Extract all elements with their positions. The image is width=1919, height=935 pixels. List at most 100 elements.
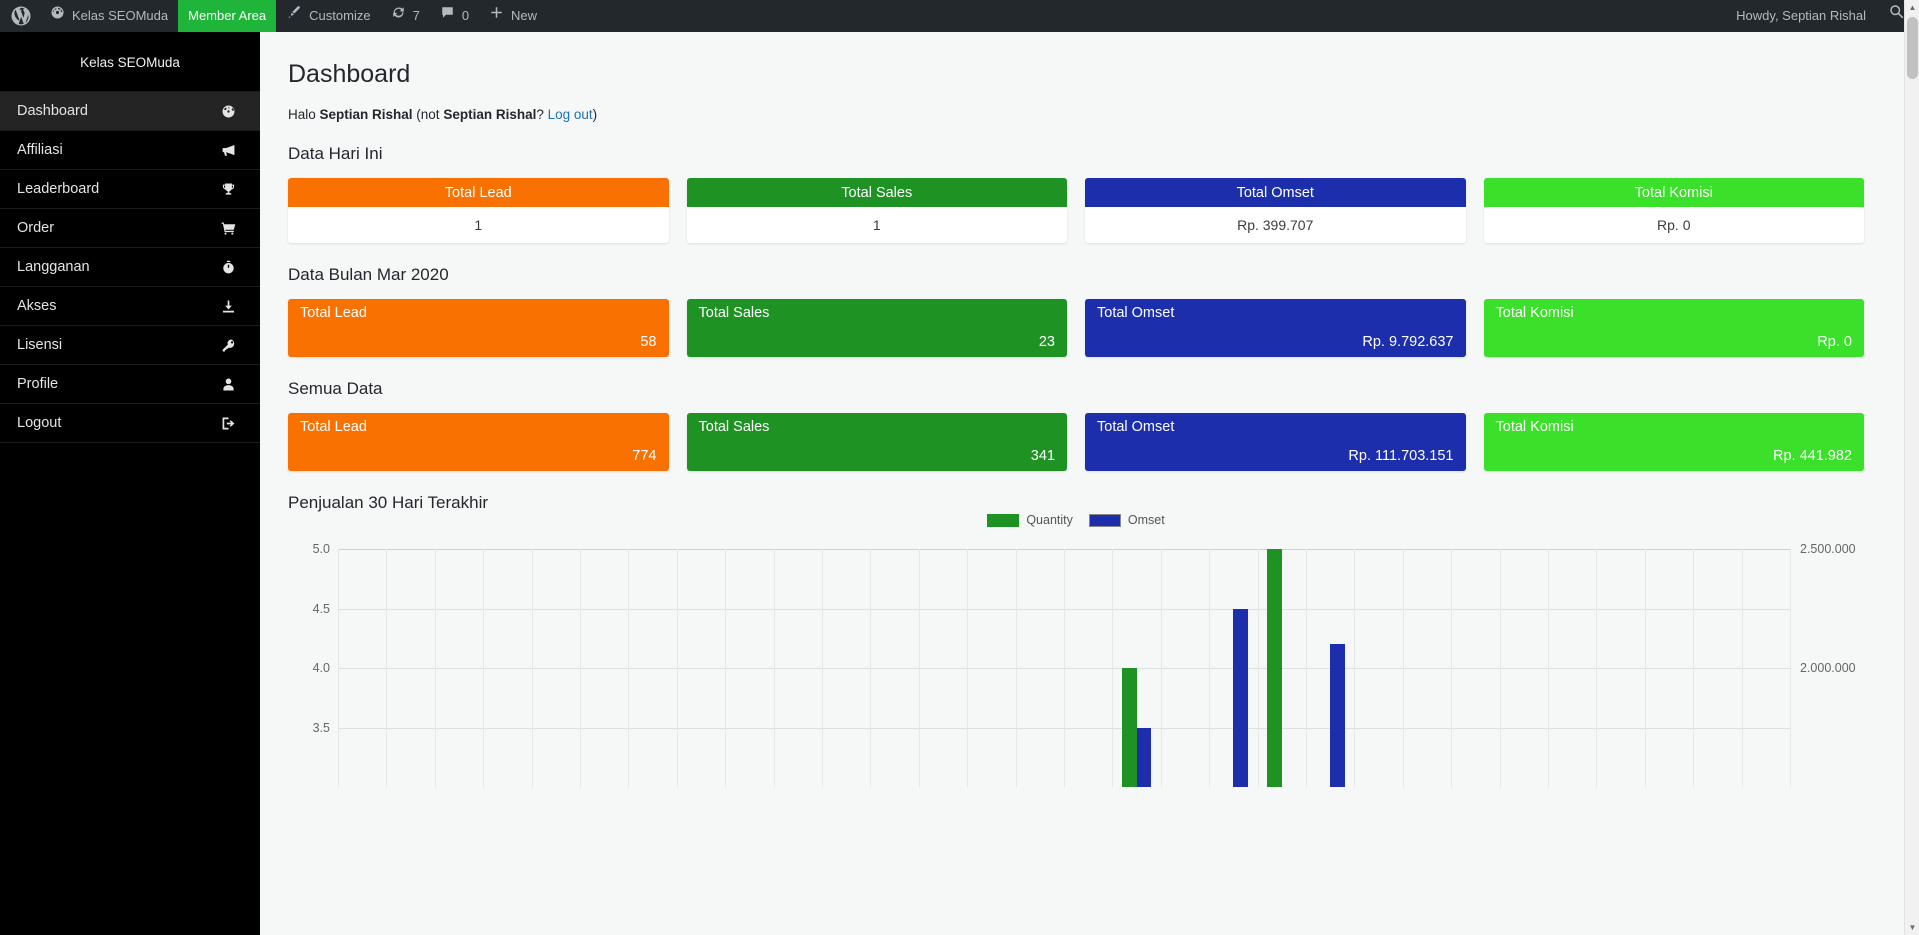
comment-bubble-icon: [440, 0, 455, 32]
chart-gridline-vertical: [1016, 549, 1017, 787]
dashboard-gauge-icon: [218, 103, 238, 120]
y-axis-right-tick: 2.000.000: [1800, 661, 1856, 675]
section-title: Data Hari Ini: [288, 144, 383, 163]
sidebar-item-lisensi[interactable]: Lisensi: [0, 325, 260, 365]
trophy-icon: [218, 181, 238, 198]
stat-card-value: Rp. 441.982: [1772, 448, 1852, 464]
stat-card-total-omset: Total Omset Rp. 111.703.151: [1085, 413, 1466, 471]
chart-gridline-vertical: [338, 549, 339, 787]
page-scrollbar[interactable]: ▲ ▼: [1904, 0, 1919, 935]
chart-bar-quantity[interactable]: [1122, 668, 1137, 787]
new-label: New: [511, 8, 538, 23]
stopwatch-icon: [218, 259, 238, 276]
chart-bar-omset[interactable]: [1233, 608, 1248, 787]
wp-admin-bar: Kelas SEOMuda Member Area Customize 7 0: [0, 0, 1919, 32]
stat-card-total-komisi: Total Komisi Rp. 0: [1483, 299, 1864, 357]
admin-bar-right: Howdy, Septian Rishal: [1726, 0, 1919, 32]
my-account-menu[interactable]: Howdy, Septian Rishal: [1726, 0, 1876, 32]
comments-link[interactable]: 0: [430, 0, 479, 32]
legend-swatch-omset: [1088, 513, 1121, 527]
section-semua-data: Semua Data Total Lead 774 Total Sales 34…: [288, 379, 1864, 471]
sidebar-item-label: Order: [17, 220, 55, 236]
stat-card-total-sales: Total Sales 1: [686, 178, 1067, 243]
stat-card-header: Total Sales: [686, 178, 1067, 207]
logout-icon: [218, 415, 238, 432]
sidebar-item-langganan[interactable]: Langganan: [0, 247, 260, 287]
sidebar-item-leaderboard[interactable]: Leaderboard: [0, 169, 260, 209]
member-area-link[interactable]: Member Area: [178, 0, 277, 32]
sidebar-item-logout[interactable]: Logout: [0, 403, 260, 443]
sidebar-item-dashboard[interactable]: Dashboard: [0, 91, 260, 131]
chart-gridline-vertical: [386, 549, 387, 787]
chart-bar-quantity[interactable]: [1267, 549, 1282, 787]
stat-card-label: Total Lead: [300, 305, 367, 321]
stat-card-value: Rp. 111.703.151: [1348, 448, 1454, 464]
site-name-menu[interactable]: Kelas SEOMuda: [40, 0, 178, 32]
log-out-link[interactable]: Log out: [548, 107, 593, 122]
site-dashboard-icon: [50, 0, 65, 32]
chart-gridline-vertical: [580, 549, 581, 787]
stat-card-value: Rp. 0: [1657, 217, 1691, 233]
user-icon: [218, 376, 238, 393]
chart-gridline-vertical: [1306, 549, 1307, 787]
chart-legend: Quantity Omset: [288, 513, 1864, 527]
sidebar-item-order[interactable]: Order: [0, 208, 260, 248]
sidebar-item-akses[interactable]: Akses: [0, 286, 260, 326]
chart-gridline-vertical: [774, 549, 775, 787]
chart-gridline-vertical: [1500, 549, 1501, 787]
sidebar: Kelas SEOMuda Dashboard Affiliasi Leader…: [0, 32, 260, 935]
key-icon: [218, 337, 238, 354]
scroll-down-arrow-icon[interactable]: ▼: [1905, 920, 1919, 935]
chart-gridline-vertical: [919, 549, 920, 787]
y-axis-right-tick: 2.500.000: [1800, 542, 1856, 556]
greeting-prefix: Halo: [288, 107, 320, 122]
paintbrush-icon: [286, 0, 302, 32]
scrollbar-thumb[interactable]: [1907, 17, 1918, 79]
chart-gridline-vertical: [1790, 549, 1791, 787]
stat-card-total-sales: Total Sales 23: [686, 299, 1067, 357]
scroll-up-arrow-icon[interactable]: ▲: [1905, 0, 1919, 15]
stat-card-label: Total Omset: [1097, 419, 1175, 435]
y-axis-left-tick: 5.0: [312, 542, 330, 556]
sidebar-item-label: Leaderboard: [17, 181, 100, 197]
new-content-link[interactable]: New: [479, 0, 547, 32]
stat-card-value: 58: [640, 334, 657, 350]
greeting-mid: (not: [412, 107, 444, 122]
howdy-label: Howdy, Septian Rishal: [1736, 8, 1866, 23]
search-icon: [1888, 0, 1905, 32]
wordpress-logo-menu[interactable]: [0, 0, 40, 32]
stat-card-value: 23: [1038, 334, 1055, 350]
greeting-user-name-2: Septian Rishal: [443, 107, 537, 122]
sidebar-brand: Kelas SEOMuda: [80, 54, 180, 70]
sales-bar-chart[interactable]: Quantity Omset 5.0 4.5 4.0 3.5 2.500.000 2.00…: [288, 513, 1864, 787]
y-axis-left-tick: 4.5: [312, 601, 330, 616]
section-data-hari-ini: Data Hari Ini Total Lead 1 Total Sales 1…: [288, 144, 1864, 243]
updates-link[interactable]: 7: [381, 0, 430, 32]
customize-label: Customize: [309, 8, 371, 23]
legend-item-omset[interactable]: Omset: [1088, 513, 1165, 527]
legend-swatch-quantity: [987, 513, 1020, 527]
legend-label-omset: Omset: [1127, 513, 1165, 527]
sidebar-item-affiliasi[interactable]: Affiliasi: [0, 130, 260, 170]
stat-card-total-sales: Total Sales 341: [686, 413, 1067, 471]
stat-card-value: Rp. 0: [1817, 334, 1852, 350]
update-refresh-icon: [391, 0, 406, 32]
chart-gridline-vertical: [1258, 549, 1259, 787]
legend-item-quantity[interactable]: Quantity: [987, 513, 1073, 527]
stat-card-value: 1: [872, 217, 881, 233]
stat-card-label: Total Komisi: [1495, 419, 1574, 435]
chart-bar-omset[interactable]: [1136, 727, 1152, 787]
stat-card-total-lead: Total Lead 774: [288, 413, 669, 471]
stat-card-total-komisi: Total Komisi Rp. 0: [1483, 178, 1864, 243]
stat-card-row: Total Lead 1 Total Sales 1 Total Omset R…: [288, 178, 1864, 243]
customize-link[interactable]: Customize: [276, 0, 380, 32]
chart-gridline-vertical: [677, 549, 678, 787]
site-name-label: Kelas SEOMuda: [72, 8, 169, 23]
sidebar-item-profile[interactable]: Profile: [0, 364, 260, 404]
stat-card-total-lead: Total Lead 58: [288, 299, 669, 357]
chart-section-title: Penjualan 30 Hari Terakhir: [288, 493, 489, 512]
shopping-cart-icon: [218, 220, 238, 237]
chart-gridline-vertical: [1693, 549, 1694, 787]
chart-bar-omset[interactable]: [1330, 644, 1345, 787]
sidebar-item-label: Akses: [17, 298, 57, 314]
